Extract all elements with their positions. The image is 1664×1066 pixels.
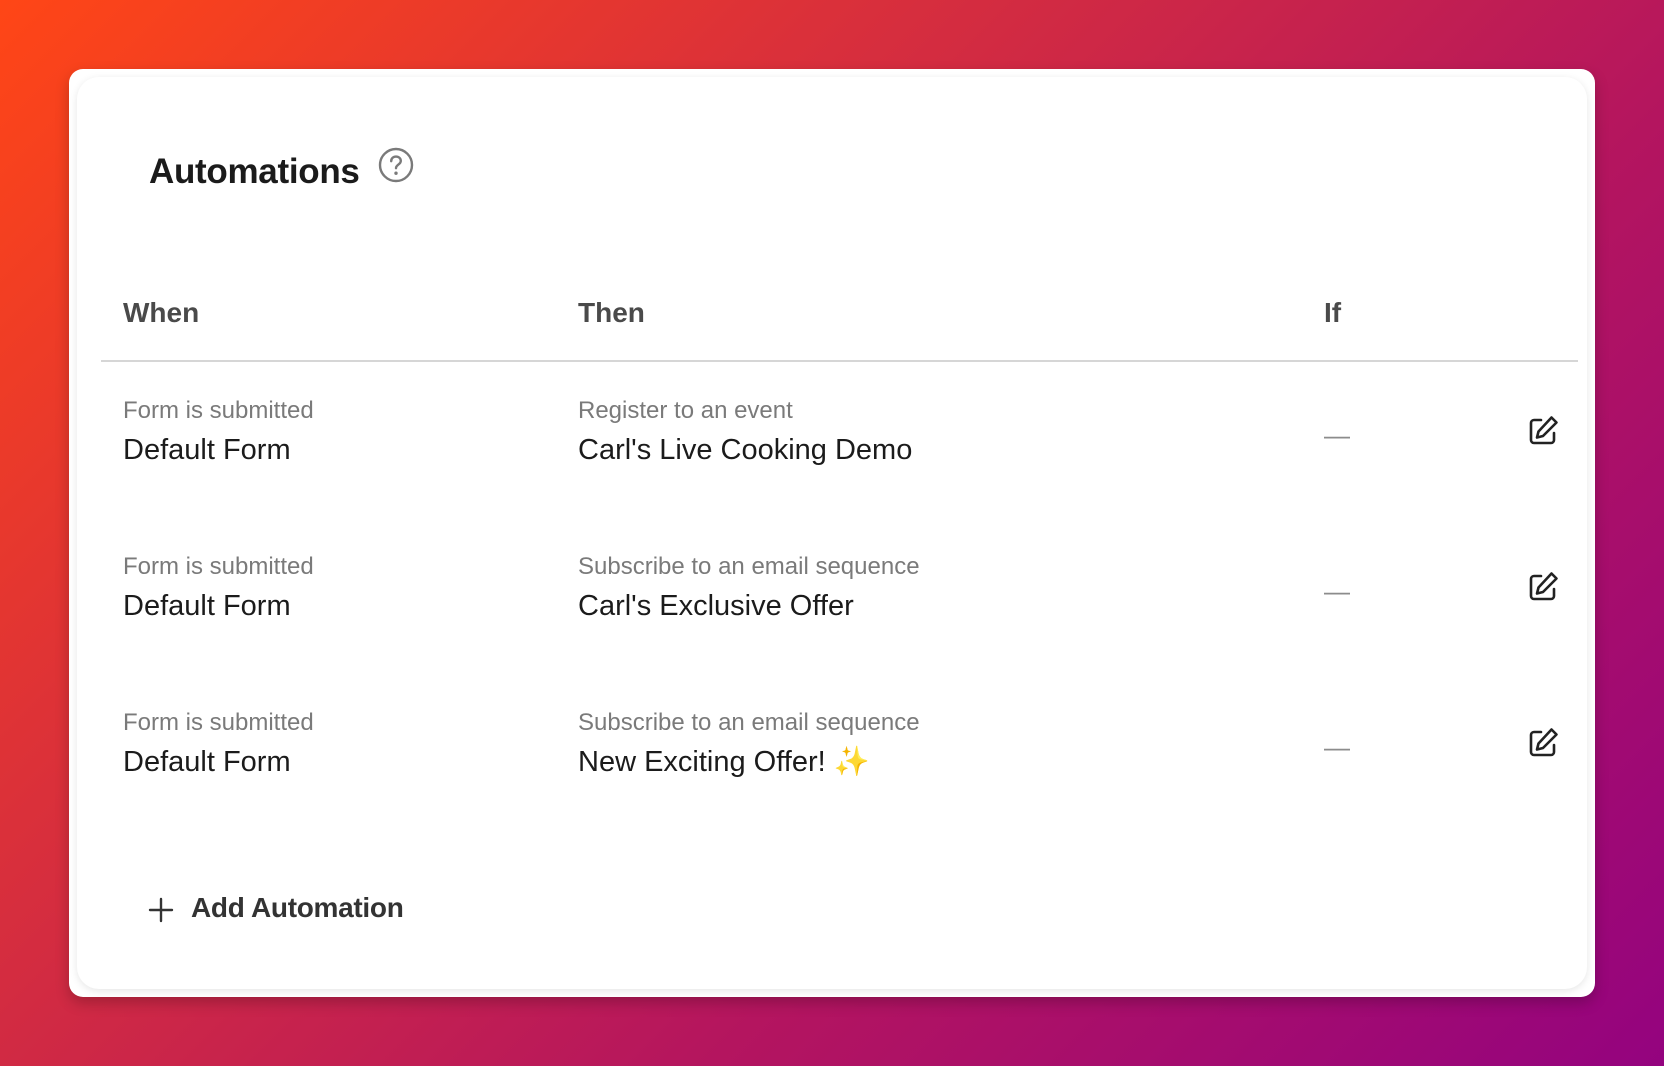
add-automation-button[interactable]: Add Automation — [147, 892, 404, 924]
trigger-value: Default Form — [123, 434, 291, 466]
action-label: Subscribe to an email sequence — [578, 709, 920, 736]
then-cell: Subscribe to an email sequence New Excit… — [578, 707, 920, 782]
page-title: Automations — [149, 152, 360, 191]
then-cell: Register to an event Carl's Live Cooking… — [578, 395, 912, 470]
question-circle-icon[interactable] — [378, 147, 414, 183]
trigger-label: Form is submitted — [123, 553, 314, 580]
condition-value: — — [1324, 732, 1350, 762]
column-header-if: If — [1324, 297, 1342, 328]
condition-value: — — [1324, 420, 1350, 450]
automations-panel: Automations When Then If Form is submitt… — [77, 77, 1587, 989]
action-label: Subscribe to an email sequence — [578, 553, 920, 580]
when-cell: Form is submitted Default Form — [123, 395, 314, 470]
when-cell: Form is submitted Default Form — [123, 707, 314, 782]
table-row: Form is submitted Default Form Subscribe… — [101, 707, 1578, 827]
condition-value: — — [1324, 576, 1350, 606]
trigger-label: Form is submitted — [123, 709, 314, 736]
panel-header: Automations — [149, 147, 414, 192]
trigger-value: Default Form — [123, 590, 291, 622]
action-label: Register to an event — [578, 397, 793, 424]
add-automation-label: Add Automation — [191, 892, 404, 923]
column-header-then: Then — [578, 297, 645, 328]
plus-icon — [148, 897, 174, 923]
edit-icon[interactable] — [1525, 569, 1561, 605]
automations-card: Automations When Then If Form is submitt… — [69, 69, 1595, 997]
action-value: New Exciting Offer! ✨ — [578, 746, 870, 778]
edit-icon[interactable] — [1525, 413, 1561, 449]
action-value: Carl's Exclusive Offer — [578, 590, 854, 622]
then-cell: Subscribe to an email sequence Carl's Ex… — [578, 551, 920, 626]
table-row: Form is submitted Default Form Register … — [101, 395, 1578, 515]
action-value: Carl's Live Cooking Demo — [578, 434, 913, 466]
trigger-label: Form is submitted — [123, 397, 314, 424]
header-divider — [101, 360, 1578, 362]
trigger-value: Default Form — [123, 746, 291, 778]
when-cell: Form is submitted Default Form — [123, 551, 314, 626]
edit-icon[interactable] — [1525, 725, 1561, 761]
column-header-when: When — [123, 297, 200, 328]
table-row: Form is submitted Default Form Subscribe… — [101, 551, 1578, 671]
